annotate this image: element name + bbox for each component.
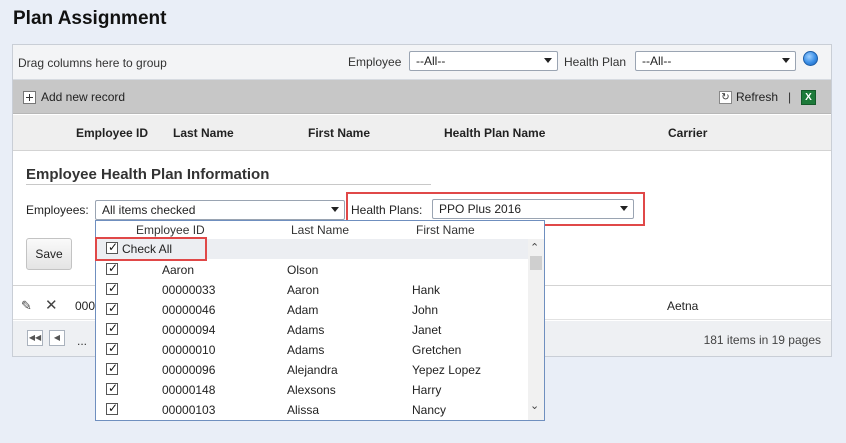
chevron-down-icon [782,58,790,63]
employee-filter-dropdown[interactable]: --All-- [409,51,558,71]
grid-toolbar: Add new record ↻ Refresh | X [13,80,831,114]
dropdown-scrollbar[interactable]: ⌃ ⌄ [528,239,544,420]
form-title-divider [26,184,431,185]
excel-export-icon[interactable]: X [801,90,816,105]
checkbox-icon[interactable] [106,341,118,355]
list-item[interactable]: 00000046 Adam John [96,300,528,320]
save-button[interactable]: Save [26,238,72,270]
list-item[interactable]: 00000148 Alexsons Harry [96,380,528,400]
employee-filter-label: Employee [348,55,402,69]
scroll-up-icon[interactable]: ⌃ [530,241,539,254]
checkbox-icon[interactable] [106,261,118,275]
column-header-carrier[interactable]: Carrier [668,126,707,140]
checkbox-icon[interactable] [106,321,118,335]
plus-icon [23,90,36,104]
dropdown-header-last-name: Last Name [291,223,350,237]
item-first-name: Hank [412,283,441,297]
refresh-button[interactable]: ↻ Refresh [719,90,778,104]
dropdown-header-employee-id: Employee ID [136,223,205,237]
column-header-last-name[interactable]: Last Name [173,126,234,140]
item-first-name: Nancy [412,403,447,417]
chevron-down-icon [544,58,552,63]
list-item[interactable]: 00000033 Aaron Hank [96,280,528,300]
check-all-highlight [95,237,207,261]
scroll-down-icon[interactable]: ⌄ [530,399,539,412]
item-employee-id: 00000103 [162,403,216,417]
column-header-health-plan-name[interactable]: Health Plan Name [444,126,545,140]
globe-icon[interactable] [803,51,818,66]
checkbox-icon[interactable] [106,381,118,395]
column-header-row: Employee ID Last Name First Name Health … [13,115,831,151]
item-last-name: Adam [287,303,319,317]
item-last-name: Alexsons [287,383,336,397]
item-employee-id: Aaron [162,263,195,277]
dropdown-header-first-name: First Name [416,223,475,237]
item-first-name: Gretchen [412,343,462,357]
item-first-name: Janet [412,323,442,337]
add-new-record-button[interactable]: Add new record [23,90,125,104]
row-carrier: Aetna [667,299,699,313]
checkbox-icon[interactable] [106,301,118,315]
item-employee-id: 00000094 [162,323,216,337]
group-hint: Drag columns here to group [18,56,167,70]
checkbox-icon[interactable] [106,401,118,415]
refresh-label: Refresh [736,90,779,104]
pencil-icon[interactable]: ✎ [21,298,32,314]
item-employee-id: 00000148 [162,383,216,397]
item-last-name: Adams [287,323,325,337]
list-item[interactable]: 00000096 Alejandra Yepez Lopez [96,360,528,380]
list-item[interactable]: Aaron Olson [96,260,528,280]
employees-multiselect[interactable]: All items checked [95,200,345,220]
refresh-icon: ↻ [719,90,732,104]
pager-ellipsis[interactable]: ... [77,334,87,348]
column-header-first-name[interactable]: First Name [308,126,370,140]
group-bar: Drag columns here to group Employee --Al… [13,45,831,80]
form-title: Employee Health Plan Information [26,166,270,183]
row-employee-id: 000 [75,299,96,313]
prev-page-icon[interactable]: ◀ [49,330,65,346]
item-employee-id: 00000010 [162,343,216,357]
chevron-down-icon [331,207,339,212]
item-employee-id: 00000046 [162,303,216,317]
item-first-name: John [412,303,439,317]
list-item[interactable]: 00000094 Adams Janet [96,320,528,340]
item-last-name: Alissa [287,403,320,417]
employees-label: Employees: [26,203,89,217]
employee-filter-value: --All-- [416,54,446,68]
toolbar-separator: | [788,90,792,104]
health-plan-filter-label: Health Plan [564,55,627,69]
item-employee-id: 00000096 [162,363,216,377]
health-plan-filter-value: --All-- [642,54,672,68]
first-page-icon[interactable]: ◀◀ [27,330,43,346]
item-last-name: Adams [287,343,325,357]
item-last-name: Aaron [287,283,320,297]
list-item[interactable]: 00000103 Alissa Nancy [96,400,528,420]
checkbox-icon[interactable] [106,281,118,295]
delete-icon[interactable]: ✕ [45,296,58,314]
list-item[interactable]: 00000010 Adams Gretchen [96,340,528,360]
checkbox-icon[interactable] [106,361,118,375]
item-last-name: Alejandra [287,363,338,377]
item-employee-id: 00000033 [162,283,216,297]
employees-multiselect-value: All items checked [102,203,196,217]
add-new-record-label: Add new record [41,90,126,104]
scroll-thumb[interactable] [530,256,542,270]
health-plan-filter-dropdown[interactable]: --All-- [635,51,796,71]
item-first-name: Harry [412,383,442,397]
item-first-name: Yepez Lopez [412,363,481,377]
column-header-employee-id[interactable]: Employee ID [76,126,148,140]
item-last-name: Olson [287,263,319,277]
pager-info: 181 items in 19 pages [703,333,821,347]
page-title: Plan Assignment [13,8,167,29]
